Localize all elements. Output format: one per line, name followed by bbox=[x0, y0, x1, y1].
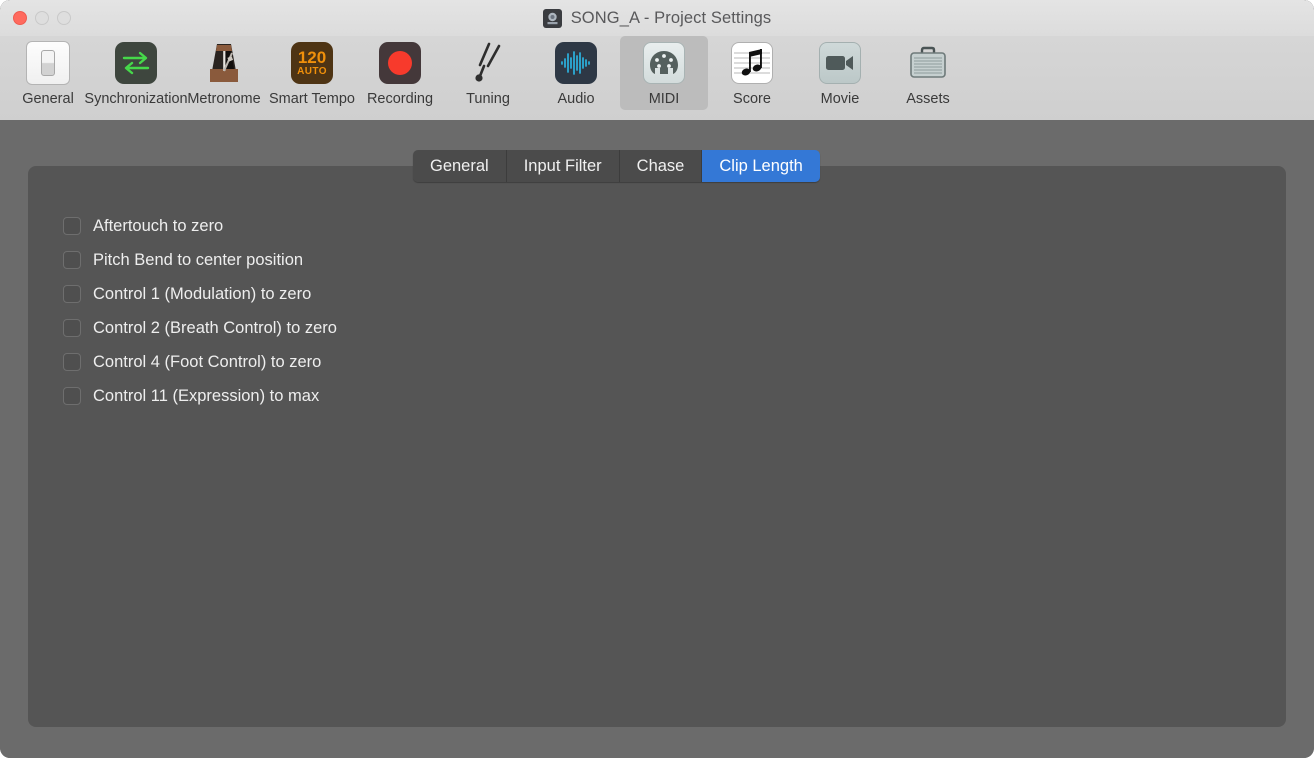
toolbar-label-tuning: Tuning bbox=[466, 91, 510, 107]
window-title: SONG_A - Project Settings bbox=[571, 9, 772, 28]
toolbar-item-assets[interactable]: Assets bbox=[884, 36, 972, 110]
toolbar-item-smart-tempo[interactable]: 120 AUTO Smart Tempo bbox=[268, 36, 356, 110]
toolbar-label-audio: Audio bbox=[557, 91, 594, 107]
tuning-fork-icon bbox=[465, 40, 511, 86]
toolbar-label-score: Score bbox=[733, 91, 771, 107]
midi-port-icon bbox=[641, 40, 687, 86]
toolbar-item-general[interactable]: General bbox=[4, 36, 92, 110]
toolbar-item-metronome[interactable]: Metronome bbox=[180, 36, 268, 110]
settings-toolbar: General bbox=[0, 36, 1314, 120]
metronome-icon bbox=[201, 40, 247, 86]
checkbox-label-control-4: Control 4 (Foot Control) to zero bbox=[93, 353, 321, 372]
sync-arrows-icon bbox=[113, 40, 159, 86]
maximize-window-button[interactable] bbox=[57, 11, 71, 25]
checkbox-label-aftertouch: Aftertouch to zero bbox=[93, 217, 223, 236]
window-titlebar: SONG_A - Project Settings bbox=[0, 0, 1314, 36]
toolbar-item-score[interactable]: Score bbox=[708, 36, 796, 110]
toolbar-label-metronome: Metronome bbox=[187, 91, 260, 107]
tab-general[interactable]: General bbox=[413, 150, 507, 182]
toolbar-item-list: General bbox=[4, 36, 972, 110]
checkbox-label-control-11: Control 11 (Expression) to max bbox=[93, 387, 319, 406]
checkbox-aftertouch-to-zero[interactable] bbox=[63, 217, 81, 235]
tempo-mode: AUTO bbox=[297, 66, 327, 78]
toolbar-label-smart-tempo: Smart Tempo bbox=[269, 91, 355, 107]
toolbar-label-synchronization: Synchronization bbox=[84, 91, 187, 107]
tab-input-filter[interactable]: Input Filter bbox=[507, 150, 620, 182]
toolbar-label-general: General bbox=[22, 91, 74, 107]
checkbox-control-11-expression[interactable] bbox=[63, 387, 81, 405]
toolbar-label-recording: Recording bbox=[367, 91, 433, 107]
toolbar-label-movie: Movie bbox=[821, 91, 860, 107]
project-settings-icon bbox=[543, 9, 562, 28]
toolbar-label-assets: Assets bbox=[906, 91, 950, 107]
checkbox-row-control-11[interactable]: Control 11 (Expression) to max bbox=[63, 379, 337, 413]
checkbox-control-2-breath[interactable] bbox=[63, 319, 81, 337]
checkbox-row-control-4[interactable]: Control 4 (Foot Control) to zero bbox=[63, 345, 337, 379]
checkbox-row-control-2[interactable]: Control 2 (Breath Control) to zero bbox=[63, 311, 337, 345]
checkbox-control-4-foot[interactable] bbox=[63, 353, 81, 371]
toolbar-item-synchronization[interactable]: Synchronization bbox=[92, 36, 180, 110]
briefcase-icon bbox=[905, 40, 951, 86]
tempo-120-auto-icon: 120 AUTO bbox=[289, 40, 335, 86]
toolbar-item-recording[interactable]: Recording bbox=[356, 36, 444, 110]
traffic-lights bbox=[13, 11, 71, 25]
checkbox-control-1-modulation[interactable] bbox=[63, 285, 81, 303]
tab-chase[interactable]: Chase bbox=[620, 150, 703, 182]
video-camera-icon bbox=[817, 40, 863, 86]
tempo-value: 120 bbox=[298, 49, 326, 66]
toolbar-item-movie[interactable]: Movie bbox=[796, 36, 884, 110]
toolbar-item-audio[interactable]: Audio bbox=[532, 36, 620, 110]
checkbox-row-control-1[interactable]: Control 1 (Modulation) to zero bbox=[63, 277, 337, 311]
checkbox-pitch-bend-to-center[interactable] bbox=[63, 251, 81, 269]
checkbox-label-pitch-bend: Pitch Bend to center position bbox=[93, 251, 303, 270]
switch-icon bbox=[25, 40, 71, 86]
checkbox-label-control-2: Control 2 (Breath Control) to zero bbox=[93, 319, 337, 338]
close-window-button[interactable] bbox=[13, 11, 27, 25]
record-dot-icon bbox=[377, 40, 423, 86]
toolbar-label-midi: MIDI bbox=[649, 91, 680, 107]
checkbox-label-control-1: Control 1 (Modulation) to zero bbox=[93, 285, 311, 304]
settings-content-area: Aftertouch to zero Pitch Bend to center … bbox=[0, 120, 1314, 758]
music-note-staff-icon bbox=[729, 40, 775, 86]
clip-length-options-list: Aftertouch to zero Pitch Bend to center … bbox=[63, 209, 337, 413]
tab-clip-length[interactable]: Clip Length bbox=[702, 150, 819, 182]
checkbox-row-pitch-bend[interactable]: Pitch Bend to center position bbox=[63, 243, 337, 277]
toolbar-item-tuning[interactable]: Tuning bbox=[444, 36, 532, 110]
midi-tab-bar: General Input Filter Chase Clip Length bbox=[413, 150, 820, 182]
project-settings-window: SONG_A - Project Settings General bbox=[0, 0, 1314, 758]
toolbar-item-midi[interactable]: MIDI bbox=[620, 36, 708, 110]
checkbox-row-aftertouch[interactable]: Aftertouch to zero bbox=[63, 209, 337, 243]
midi-settings-panel: Aftertouch to zero Pitch Bend to center … bbox=[28, 166, 1286, 727]
minimize-window-button[interactable] bbox=[35, 11, 49, 25]
waveform-icon bbox=[553, 40, 599, 86]
window-title-group: SONG_A - Project Settings bbox=[0, 0, 1314, 36]
